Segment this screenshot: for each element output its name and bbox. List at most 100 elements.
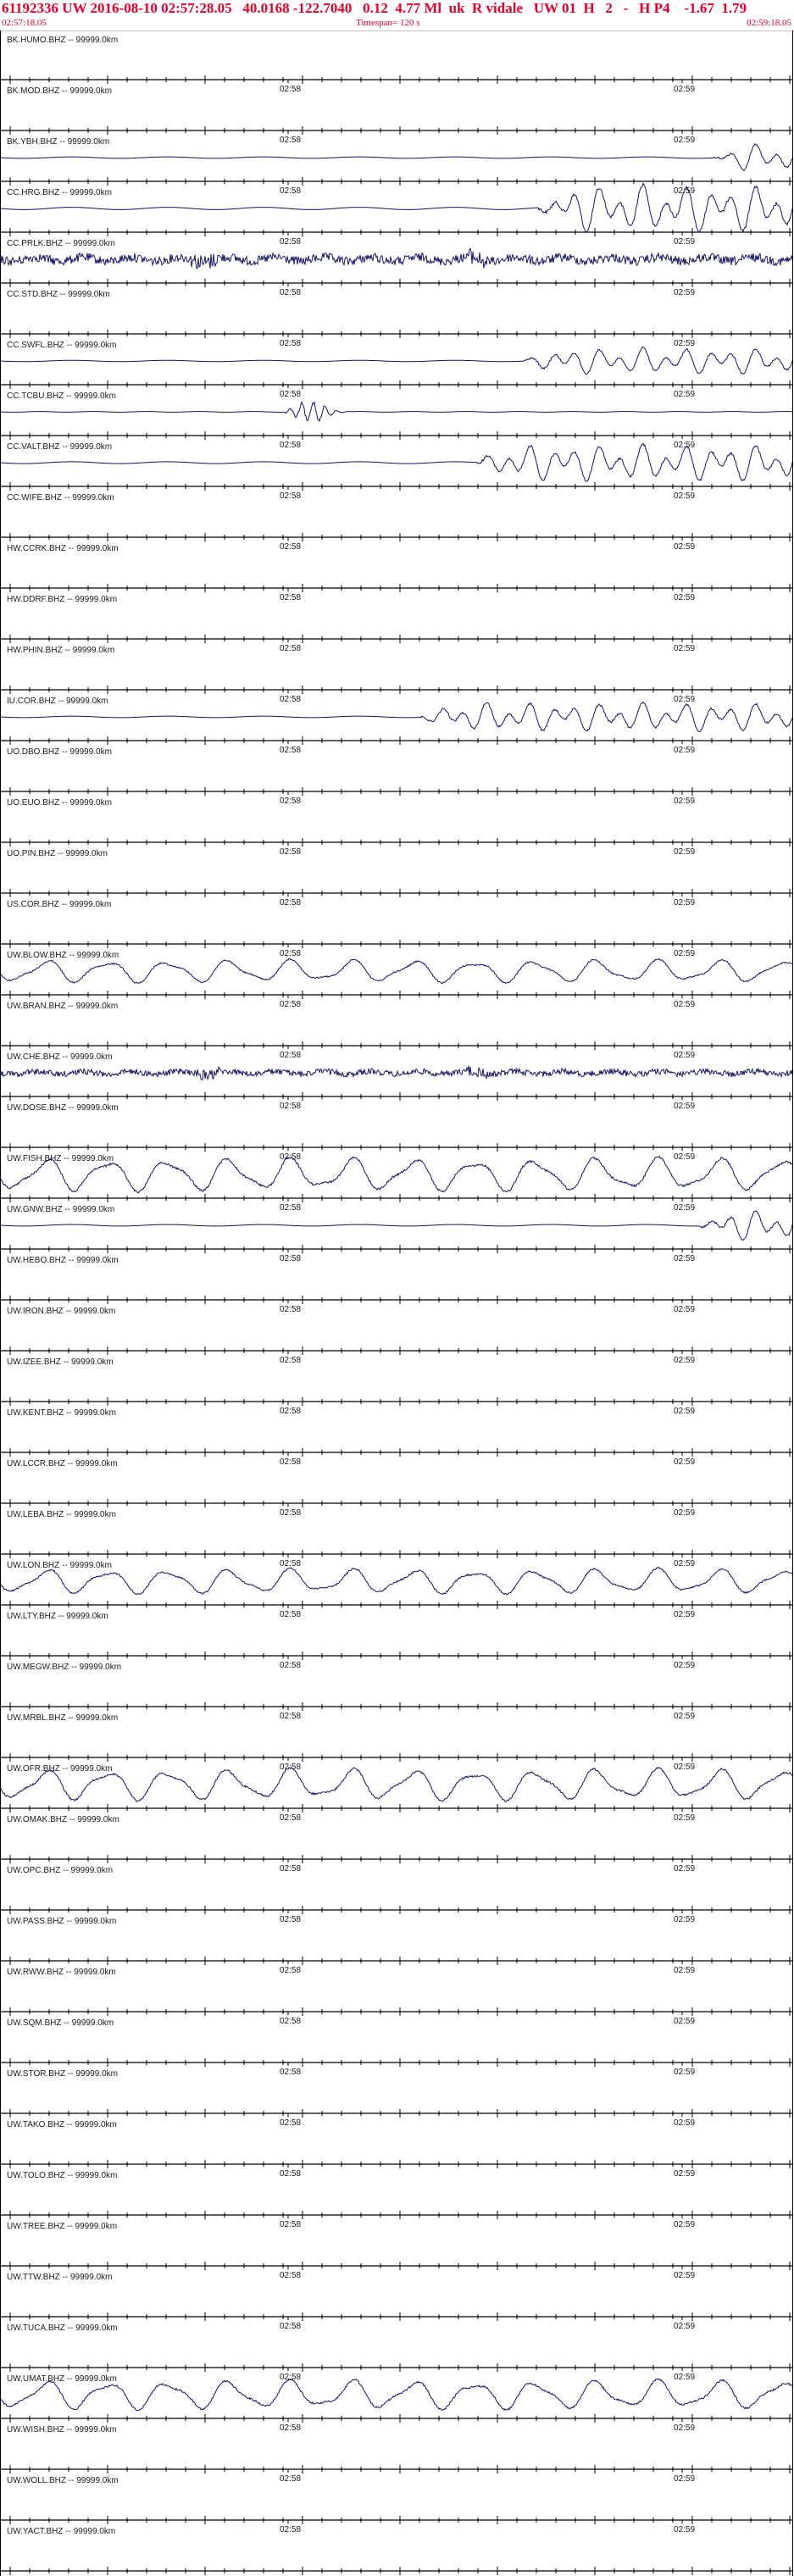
time-label-0259: 02:59: [674, 1559, 695, 1568]
channel-label: UW.OFR.BHZ -- 99999.0km: [7, 1764, 112, 1774]
channel-label: BK.HUMO.BHZ -- 99999.0km: [7, 36, 118, 45]
channel-row: UW.FISH.BHZ -- 99999.0km 02:58 02:59: [0, 1154, 793, 1213]
channel-label: BK.YBH.BHZ -- 99999.0km: [7, 137, 109, 147]
time-label-0259: 02:59: [674, 593, 695, 602]
time-label-0258: 02:58: [280, 695, 301, 704]
time-label-0259: 02:59: [674, 2322, 695, 2331]
time-label-0259: 02:59: [674, 797, 695, 806]
time-label-0259: 02:59: [674, 1254, 695, 1263]
channel-label: US.COR.BHZ -- 99999.0km: [7, 900, 111, 909]
time-label-0259: 02:59: [674, 2423, 695, 2433]
time-label-0259: 02:59: [674, 1203, 695, 1213]
time-label-0259: 02:59: [674, 85, 695, 94]
channel-row: UW.OMAK.BHZ -- 99999.0km 02:58 02:59: [0, 1815, 792, 1874]
channel-label: UW.IRON.BHZ -- 99999.0km: [7, 1307, 115, 1316]
channel-row: CC.TCBU.BHZ -- 99999.0km 02:58 02:59: [0, 391, 793, 450]
time-label-0259: 02:59: [674, 1712, 695, 1721]
time-label-0259: 02:59: [674, 1356, 695, 1365]
time-label-0258: 02:58: [280, 85, 301, 94]
channel-label: UW.YACT.BHZ -- 99999.0km: [7, 2527, 115, 2536]
channel-row: UO.DBO.BHZ -- 99999.0km 02:58 02:59: [0, 747, 792, 806]
time-label-0259: 02:59: [674, 949, 695, 958]
time-label-0259: 02:59: [674, 2373, 695, 2382]
plot-border-left: [0, 31, 1, 2576]
channel-row: UW.KENT.BHZ -- 99999.0km 02:58 02:59: [0, 1408, 792, 1467]
channel-row: UW.WOLL.BHZ -- 99999.0km 02:58 02:59: [0, 2476, 792, 2534]
channel-row: CC.WIFE.BHZ -- 99999.0km 02:58 02:59: [0, 493, 792, 552]
time-label-0258: 02:58: [280, 1203, 301, 1213]
time-label-0258: 02:58: [280, 136, 301, 145]
channel-row: UW.TTW.BHZ -- 99999.0km 02:58 02:59: [0, 2273, 792, 2331]
time-label-0258: 02:58: [280, 2271, 301, 2280]
channel-row: UW.GNW.BHZ -- 99999.0km 02:58 02:59: [0, 1205, 793, 1263]
time-label-0258: 02:58: [280, 1356, 301, 1365]
channel-row: UW.LCCR.BHZ -- 99999.0km 02:58 02:59: [0, 1459, 792, 1518]
channel-label: UO.DBO.BHZ -- 99999.0km: [7, 747, 112, 757]
channel-label: UW.SQM.BHZ -- 99999.0km: [7, 2018, 114, 2028]
channel-label: UW.STOR.BHZ -- 99999.0km: [7, 2069, 118, 2079]
time-label-0259: 02:59: [674, 1966, 695, 1975]
channel-label: UW.TOLO.BHZ -- 99999.0km: [7, 2171, 117, 2180]
time-label-0259: 02:59: [674, 339, 695, 348]
channel-label: UW.LEBA.BHZ -- 99999.0km: [7, 1510, 116, 1519]
channel-label: BK.MOD.BHZ -- 99999.0km: [7, 86, 112, 96]
time-label-0259: 02:59: [674, 542, 695, 552]
event-title: 61192336 UW 2016-08-10 02:57:28.05 40.01…: [2, 0, 747, 16]
channel-label: HW.PHIN.BHZ -- 99999.0km: [7, 646, 114, 655]
channel-row: UO.PIN.BHZ -- 99999.0km 02:58 02:59: [0, 849, 792, 908]
channel-label: UW.TREE.BHZ -- 99999.0km: [7, 2222, 117, 2231]
channel-label: UW.CHE.BHZ -- 99999.0km: [7, 1052, 112, 1062]
time-label-0259: 02:59: [674, 2525, 695, 2534]
time-label-0259: 02:59: [674, 1407, 695, 1416]
time-label-0259: 02:59: [674, 288, 695, 297]
channel-row: CC.VALT.BHZ -- 99999.0km 02:58 02:59: [0, 442, 793, 501]
event-header: 61192336 UW 2016-08-10 02:57:28.05 40.01…: [0, 0, 794, 31]
channel-row: UW.PASS.BHZ -- 99999.0km 02:58 02:59: [0, 1917, 792, 1975]
channel-row: UW.DOSE.BHZ -- 99999.0km 02:58 02:59: [0, 1103, 792, 1162]
time-label-0259: 02:59: [674, 1915, 695, 1924]
channel-row: UW.LON.BHZ -- 99999.0km 02:58 02:59: [0, 1561, 793, 1619]
channel-row: CC.STD.BHZ -- 99999.0km 02:58 02:59: [0, 290, 792, 348]
time-label-0258: 02:58: [280, 1457, 301, 1467]
plot-border-right: [792, 31, 793, 2576]
time-label-0258: 02:58: [280, 2169, 301, 2179]
time-label-0259: 02:59: [674, 2169, 695, 2179]
time-label-0258: 02:58: [280, 797, 301, 806]
time-label-0259: 02:59: [674, 644, 695, 653]
time-label-0258: 02:58: [280, 390, 301, 399]
channel-label: UW.WOLL.BHZ -- 99999.0km: [7, 2476, 119, 2485]
channel-label: UW.WISH.BHZ -- 99999.0km: [7, 2425, 116, 2434]
channel-row: UW.TUCA.BHZ -- 99999.0km 02:58 02:59: [0, 2323, 792, 2382]
time-label-0258: 02:58: [280, 1813, 301, 1823]
channel-label: CC.TCBU.BHZ -- 99999.0km: [7, 391, 116, 401]
time-label-0258: 02:58: [280, 1102, 301, 1111]
time-label-0259: 02:59: [674, 1051, 695, 1060]
time-label-0259: 02:59: [674, 1508, 695, 1518]
seismic-trace: [0, 400, 793, 423]
time-label-0259: 02:59: [674, 2220, 695, 2229]
channel-label: CC.HRG.BHZ -- 99999.0km: [7, 188, 112, 197]
seismic-trace: [0, 1065, 793, 1081]
time-label-0259: 02:59: [674, 237, 695, 247]
channel-row: CC.SWFL.BHZ -- 99999.0km 02:58 02:59: [0, 341, 793, 399]
seismogram-panel: BK.HUMO.BHZ -- 99999.0km 02:58 02:59 BK.MOD…: [0, 36, 793, 2575]
time-label-0258: 02:58: [280, 288, 301, 297]
time-label-0259: 02:59: [674, 136, 695, 145]
seismic-trace: [0, 701, 793, 733]
time-label-0259: 02:59: [674, 1661, 695, 1670]
channel-label: UW.LTY.BHZ -- 99999.0km: [7, 1612, 108, 1621]
channel-label: UW.MEGW.BHZ -- 99999.0km: [7, 1663, 121, 1672]
time-label-0258: 02:58: [280, 2017, 301, 2026]
time-label-0258: 02:58: [280, 1712, 301, 1721]
channel-label: UW.LON.BHZ -- 99999.0km: [7, 1561, 112, 1570]
seismic-trace: [0, 142, 793, 172]
channel-label: UW.BLOW.BHZ -- 99999.0km: [7, 951, 119, 960]
channel-label: UW.TTW.BHZ -- 99999.0km: [7, 2273, 112, 2282]
time-label-0258: 02:58: [280, 898, 301, 908]
end-time-label: 02:59:18.05: [747, 18, 791, 28]
channel-row: UW.BLOW.BHZ -- 99999.0km 02:58 02:59: [0, 951, 793, 1009]
seismic-trace: [0, 958, 793, 985]
time-label-0258: 02:58: [280, 1763, 301, 1772]
channel-row: UW.SQM.BHZ -- 99999.0km 02:58 02:59: [0, 2018, 792, 2077]
channel-row: UW.LEBA.BHZ -- 99999.0km 02:58 02:59: [0, 1510, 792, 1568]
